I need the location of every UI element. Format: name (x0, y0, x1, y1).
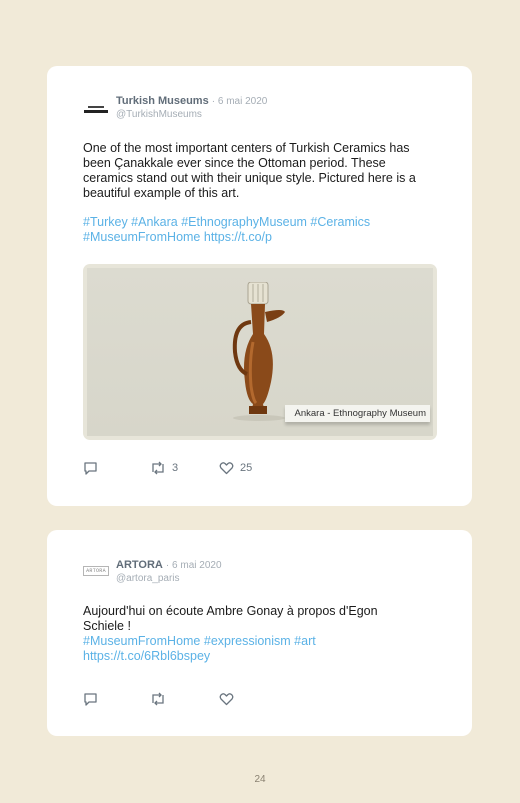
retweet-icon (152, 692, 164, 706)
hashtag-line[interactable]: #Turkey #Ankara #EthnographyMuseum #Cera… (83, 215, 453, 230)
hashtag-line[interactable]: #MuseumFromHome #expressionism #art (83, 634, 453, 649)
tweet-text-line: Aujourd'hui on écoute Ambre Gonay à prop… (83, 604, 378, 618)
reply-button[interactable] (83, 461, 98, 475)
ceramic-jug-image (232, 282, 285, 421)
retweet-button[interactable] (150, 692, 172, 706)
tweet-header: Turkish Museums · 6 mai 2020 (116, 95, 267, 107)
tweet-text-line: Schiele ! (83, 619, 131, 633)
like-count: 25 (240, 462, 253, 474)
tweet-links: #Turkey #Ankara #EthnographyMuseum #Cera… (83, 215, 453, 245)
like-button[interactable] (219, 692, 240, 706)
logo-line (84, 109, 108, 113)
avatar[interactable]: ARTORA (83, 566, 109, 576)
photo-background: Ankara - Ethnography Museum (87, 268, 433, 436)
tweet-header: ARTORA · 6 mai 2020 (116, 559, 222, 571)
like-button[interactable]: 25 (219, 461, 252, 475)
tweet-card: Turkish Museums · 6 mai 2020 @TurkishMus… (47, 66, 472, 506)
tweet-text-line: beautiful example of this art. (83, 186, 240, 200)
tweet-text: One of the most important centers of Tur… (83, 141, 453, 201)
tweet-text-line: ceramics stand out with their unique sty… (83, 171, 416, 185)
retweet-button[interactable]: 3 (150, 461, 178, 475)
retweet-icon (152, 461, 164, 475)
tweet-text: Aujourd'hui on écoute Ambre Gonay à prop… (83, 604, 453, 634)
tweet-date[interactable]: · 6 mai 2020 (212, 96, 268, 107)
tweet-date[interactable]: · 6 mai 2020 (166, 560, 222, 571)
page-number: 24 (254, 774, 266, 785)
display-name[interactable]: Turkish Museums (116, 95, 209, 107)
reply-icon (84, 462, 97, 475)
heart-icon (219, 462, 234, 475)
heart-icon (219, 693, 234, 706)
reply-button[interactable] (83, 692, 98, 706)
tweet-media-image[interactable]: Ankara - Ethnography Museum (83, 264, 437, 440)
media-caption: Ankara - Ethnography Museum (284, 405, 430, 422)
retweet-count: 3 (172, 462, 179, 474)
hashtag-link-line[interactable]: #MuseumFromHome https://t.co/p (83, 230, 453, 245)
tweet-text-line: One of the most important centers of Tur… (83, 141, 410, 155)
user-handle[interactable]: @TurkishMuseums (116, 109, 202, 120)
tweet-text-line: been Çanakkale ever since the Ottoman pe… (83, 156, 386, 170)
display-name[interactable]: ARTORA (116, 559, 163, 571)
logo-line (88, 105, 104, 108)
avatar[interactable] (83, 100, 109, 118)
reply-icon (84, 693, 97, 706)
user-handle[interactable]: @artora_paris (116, 573, 180, 584)
tweet-card: ARTORA ARTORA · 6 mai 2020 @artora_paris… (47, 530, 472, 736)
url-link[interactable]: https://t.co/6Rbl6bspey (83, 649, 453, 664)
tweet-links: #MuseumFromHome #expressionism #art http… (83, 634, 453, 664)
